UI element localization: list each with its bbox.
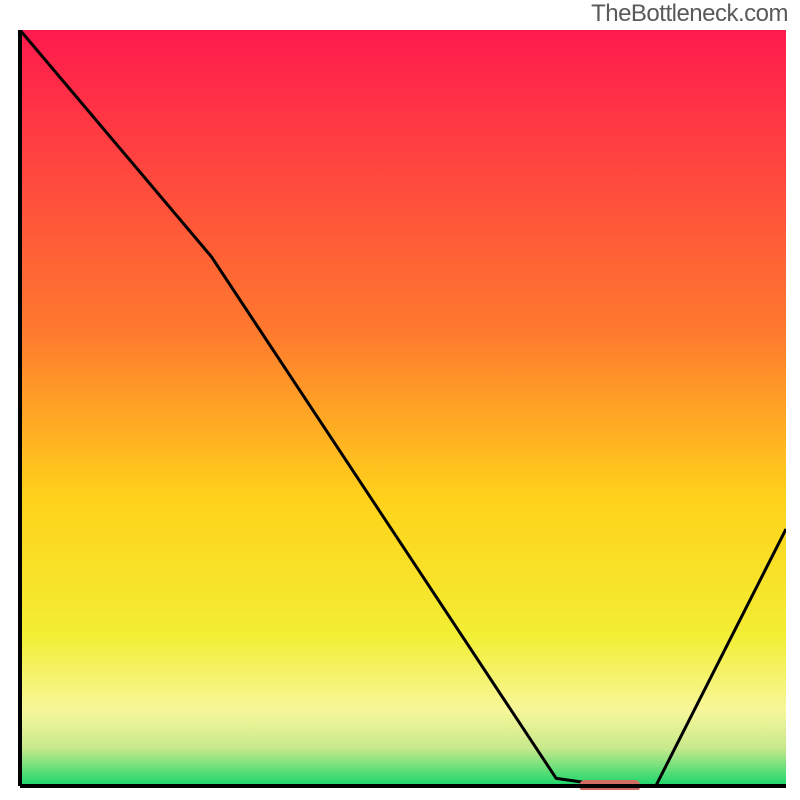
chart-background [20,30,786,786]
watermark-text: TheBottleneck.com [591,0,788,28]
bottleneck-chart [18,30,786,790]
chart-svg [18,30,786,790]
